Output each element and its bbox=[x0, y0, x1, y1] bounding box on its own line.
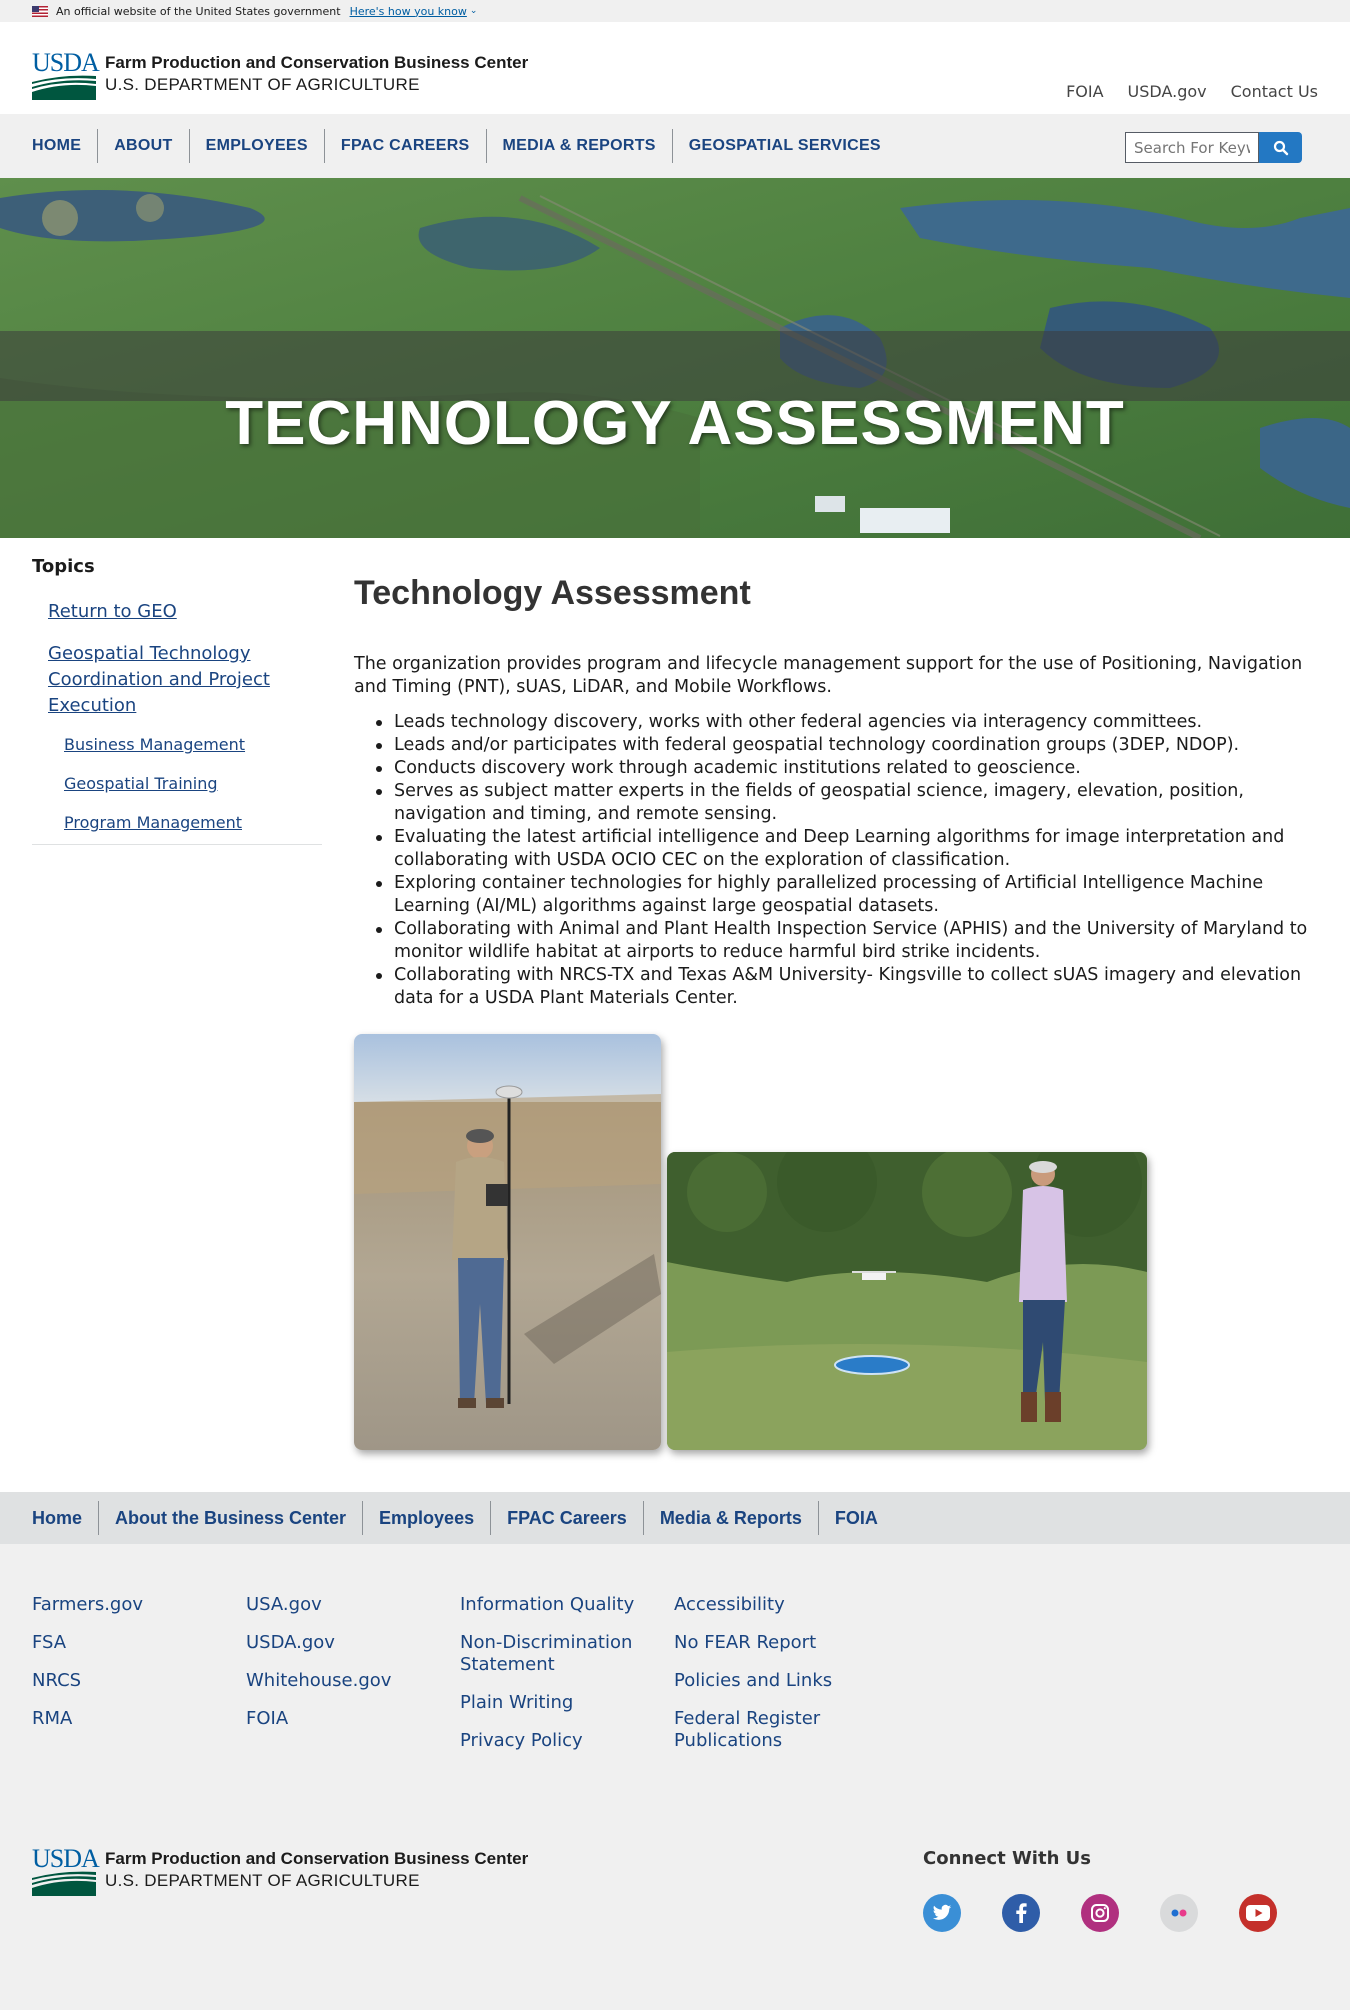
main-nav: HOME ABOUT EMPLOYEES FPAC CAREERS MEDIA … bbox=[0, 114, 1350, 178]
footer-nav: Home About the Business Center Employees… bbox=[0, 1492, 1350, 1544]
list-item: Conducts discovery work through academic… bbox=[376, 757, 1314, 780]
footer-link-federal-register[interactable]: Federal Register Publications bbox=[674, 1708, 864, 1752]
org-name: Farm Production and Conservation Busines… bbox=[105, 52, 528, 96]
footer-org-name: Farm Production and Conservation Busines… bbox=[105, 1849, 529, 1890]
site-footer: Farmers.gov FSA NRCS RMA USA.gov USDA.go… bbox=[0, 1544, 1350, 2010]
util-link-contact-us[interactable]: Contact Us bbox=[1231, 82, 1318, 101]
page-content: Topics Return to GEO Geospatial Technolo… bbox=[0, 538, 1350, 1492]
sidebar-link-return-to-geo[interactable]: Return to GEO bbox=[48, 599, 322, 625]
list-item: Collaborating with Animal and Plant Heal… bbox=[376, 918, 1314, 964]
intro-paragraph: The organization provides program and li… bbox=[354, 654, 1303, 697]
search-input[interactable] bbox=[1125, 132, 1259, 163]
org-name-line2: U.S. DEPARTMENT OF AGRICULTURE bbox=[105, 75, 420, 94]
sidebar-sublink-business-management[interactable]: Business Management bbox=[64, 735, 322, 755]
footer-link-fsa[interactable]: FSA bbox=[32, 1632, 232, 1654]
nav-item-geospatial-services[interactable]: GEOSPATIAL SERVICES bbox=[671, 129, 897, 163]
search-icon bbox=[1273, 140, 1288, 155]
footer-link-information-quality[interactable]: Information Quality bbox=[460, 1594, 650, 1616]
page-title: Technology Assessment bbox=[354, 574, 751, 612]
footer-link-whitehouse-gov[interactable]: Whitehouse.gov bbox=[246, 1670, 446, 1692]
connect-heading: Connect With Us bbox=[923, 1848, 1091, 1869]
bullet-list: Leads technology discovery, works with o… bbox=[376, 711, 1314, 1010]
sidebar-divider bbox=[32, 844, 322, 845]
gps-survey-photo bbox=[354, 1034, 661, 1450]
footer-logo[interactable]: USDA Farm Production and Conservation Bu… bbox=[32, 1846, 529, 1896]
footer-link-privacy-policy[interactable]: Privacy Policy bbox=[460, 1730, 650, 1752]
footer-link-usda-gov[interactable]: USDA.gov bbox=[246, 1632, 446, 1654]
search-form bbox=[1125, 132, 1302, 163]
footer-link-farmers-gov[interactable]: Farmers.gov bbox=[32, 1594, 232, 1616]
footer-link-plain-writing[interactable]: Plain Writing bbox=[460, 1692, 650, 1714]
nav-item-media-reports[interactable]: MEDIA & REPORTS bbox=[485, 129, 672, 163]
gov-banner: An official website of the United States… bbox=[0, 0, 1350, 22]
twitter-icon[interactable] bbox=[923, 1894, 961, 1932]
footer-nav-employees[interactable]: Employees bbox=[362, 1501, 490, 1535]
hero-banner: TECHNOLOGY ASSESSMENT bbox=[0, 178, 1350, 538]
site-header: USDA Farm Production and Conservation Bu… bbox=[0, 22, 1350, 114]
usda-logo-icon: USDA bbox=[32, 1846, 100, 1896]
sidebar-heading: Topics bbox=[32, 556, 95, 577]
facebook-icon[interactable] bbox=[1002, 1894, 1040, 1932]
footer-link-non-discrimination[interactable]: Non-Discrimination Statement bbox=[460, 1632, 650, 1676]
instagram-icon[interactable] bbox=[1081, 1894, 1119, 1932]
footer-nav-home[interactable]: Home bbox=[32, 1501, 98, 1535]
footer-link-no-fear-report[interactable]: No FEAR Report bbox=[674, 1632, 864, 1654]
footer-nav-foia[interactable]: FOIA bbox=[817, 1501, 894, 1535]
us-flag-icon bbox=[32, 5, 48, 17]
footer-link-policies-links[interactable]: Policies and Links bbox=[674, 1670, 864, 1692]
footer-column-4: Accessibility No FEAR Report Policies an… bbox=[674, 1594, 864, 1768]
heres-how-you-know-link[interactable]: Here's how you know bbox=[350, 5, 467, 18]
footer-column-3: Information Quality Non-Discrimination S… bbox=[460, 1594, 650, 1768]
sidebar-link-geospatial-coordination[interactable]: Geospatial Technology Coordination and P… bbox=[48, 641, 298, 719]
footer-link-usa-gov[interactable]: USA.gov bbox=[246, 1594, 446, 1616]
usda-logo-icon: USDA bbox=[32, 50, 100, 100]
nav-item-about[interactable]: ABOUT bbox=[97, 129, 188, 163]
nav-item-employees[interactable]: EMPLOYEES bbox=[188, 129, 324, 163]
util-link-foia[interactable]: FOIA bbox=[1066, 82, 1103, 101]
youtube-icon[interactable] bbox=[1239, 1894, 1277, 1932]
nav-item-home[interactable]: HOME bbox=[32, 129, 97, 163]
list-item: Collaborating with NRCS-TX and Texas A&M… bbox=[376, 964, 1314, 1010]
gov-banner-text: An official website of the United States… bbox=[56, 4, 341, 18]
footer-nav-media-reports[interactable]: Media & Reports bbox=[642, 1501, 818, 1535]
main-content: Technology Assessment The organization p… bbox=[354, 574, 1314, 1010]
footer-link-nrcs[interactable]: NRCS bbox=[32, 1670, 232, 1692]
hero-title: TECHNOLOGY ASSESSMENT bbox=[225, 389, 1125, 458]
footer-column-2: USA.gov USDA.gov Whitehouse.gov FOIA bbox=[246, 1594, 446, 1746]
list-item: Leads technology discovery, works with o… bbox=[376, 711, 1314, 734]
org-name-line1: Farm Production and Conservation Busines… bbox=[105, 53, 529, 72]
footer-column-1: Farmers.gov FSA NRCS RMA bbox=[32, 1594, 232, 1746]
footer-link-accessibility[interactable]: Accessibility bbox=[674, 1594, 864, 1616]
footer-link-foia[interactable]: FOIA bbox=[246, 1708, 446, 1730]
util-link-usda-gov[interactable]: USDA.gov bbox=[1128, 82, 1207, 101]
list-item: Exploring container technologies for hig… bbox=[376, 872, 1314, 918]
chevron-down-icon[interactable]: ⌄ bbox=[470, 6, 478, 16]
flickr-icon[interactable] bbox=[1160, 1894, 1198, 1932]
sidebar: Topics Return to GEO Geospatial Technolo… bbox=[32, 556, 322, 845]
utility-nav: FOIA USDA.gov Contact Us bbox=[1066, 82, 1318, 101]
footer-link-rma[interactable]: RMA bbox=[32, 1708, 232, 1730]
site-logo[interactable]: USDA Farm Production and Conservation Bu… bbox=[32, 50, 528, 100]
nav-item-fpac-careers[interactable]: FPAC CAREERS bbox=[323, 129, 486, 163]
list-item: Evaluating the latest artificial intelli… bbox=[376, 826, 1314, 872]
sidebar-sublink-program-management[interactable]: Program Management bbox=[64, 813, 322, 833]
list-item: Leads and/or participates with federal g… bbox=[376, 734, 1314, 757]
list-item: Serves as subject matter experts in the … bbox=[376, 780, 1314, 826]
footer-nav-fpac-careers[interactable]: FPAC Careers bbox=[490, 1501, 643, 1535]
drone-flight-photo bbox=[667, 1152, 1147, 1450]
sidebar-sublink-geospatial-training[interactable]: Geospatial Training bbox=[64, 774, 322, 794]
search-button[interactable] bbox=[1259, 132, 1302, 163]
footer-nav-about[interactable]: About the Business Center bbox=[98, 1501, 362, 1535]
